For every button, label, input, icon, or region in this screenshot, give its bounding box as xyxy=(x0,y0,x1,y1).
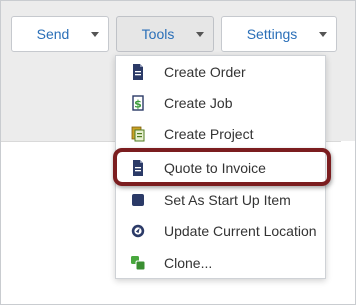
document-icon xyxy=(133,160,143,176)
location-icon xyxy=(131,224,145,238)
menu-item-label: Update Current Location xyxy=(164,223,317,239)
tools-dropdown-button[interactable]: Tools xyxy=(116,16,214,52)
document-icon xyxy=(133,64,143,80)
menu-item-set-as-start-up-item[interactable]: Set As Start Up Item xyxy=(116,185,325,215)
menu-item-label: Create Project xyxy=(164,126,254,142)
menu-item-label: Set As Start Up Item xyxy=(164,192,291,208)
menu-item-quote-to-invoice[interactable]: Quote to Invoice xyxy=(116,153,325,183)
menu-item-create-order[interactable]: Create Order xyxy=(116,57,325,87)
send-dropdown-button[interactable]: Send xyxy=(11,16,109,52)
project-icon xyxy=(131,126,145,142)
menu-item-label: Quote to Invoice xyxy=(164,160,266,176)
clone-icon xyxy=(131,256,146,271)
square-icon xyxy=(132,194,144,206)
menu-item-label: Create Job xyxy=(164,95,233,111)
dollar-document-icon: $ xyxy=(132,95,144,111)
menu-item-clone[interactable]: Clone... xyxy=(116,248,325,278)
chevron-down-icon xyxy=(196,32,204,37)
settings-dropdown-button[interactable]: Settings xyxy=(221,16,337,52)
menu-item-update-current-location[interactable]: Update Current Location xyxy=(116,216,325,246)
menu-item-create-job[interactable]: $ Create Job xyxy=(116,88,325,118)
menu-item-label: Clone... xyxy=(164,255,213,271)
svg-text:$: $ xyxy=(134,98,142,111)
menu-item-label: Create Order xyxy=(164,64,246,80)
chevron-down-icon xyxy=(91,32,99,37)
menu-item-create-project[interactable]: Create Project xyxy=(116,119,325,149)
app-window: Send Tools Settings Create Order $ Creat… xyxy=(0,0,356,305)
chevron-down-icon xyxy=(319,32,327,37)
tools-dropdown-menu: Create Order $ Create Job Create Project xyxy=(115,55,326,279)
